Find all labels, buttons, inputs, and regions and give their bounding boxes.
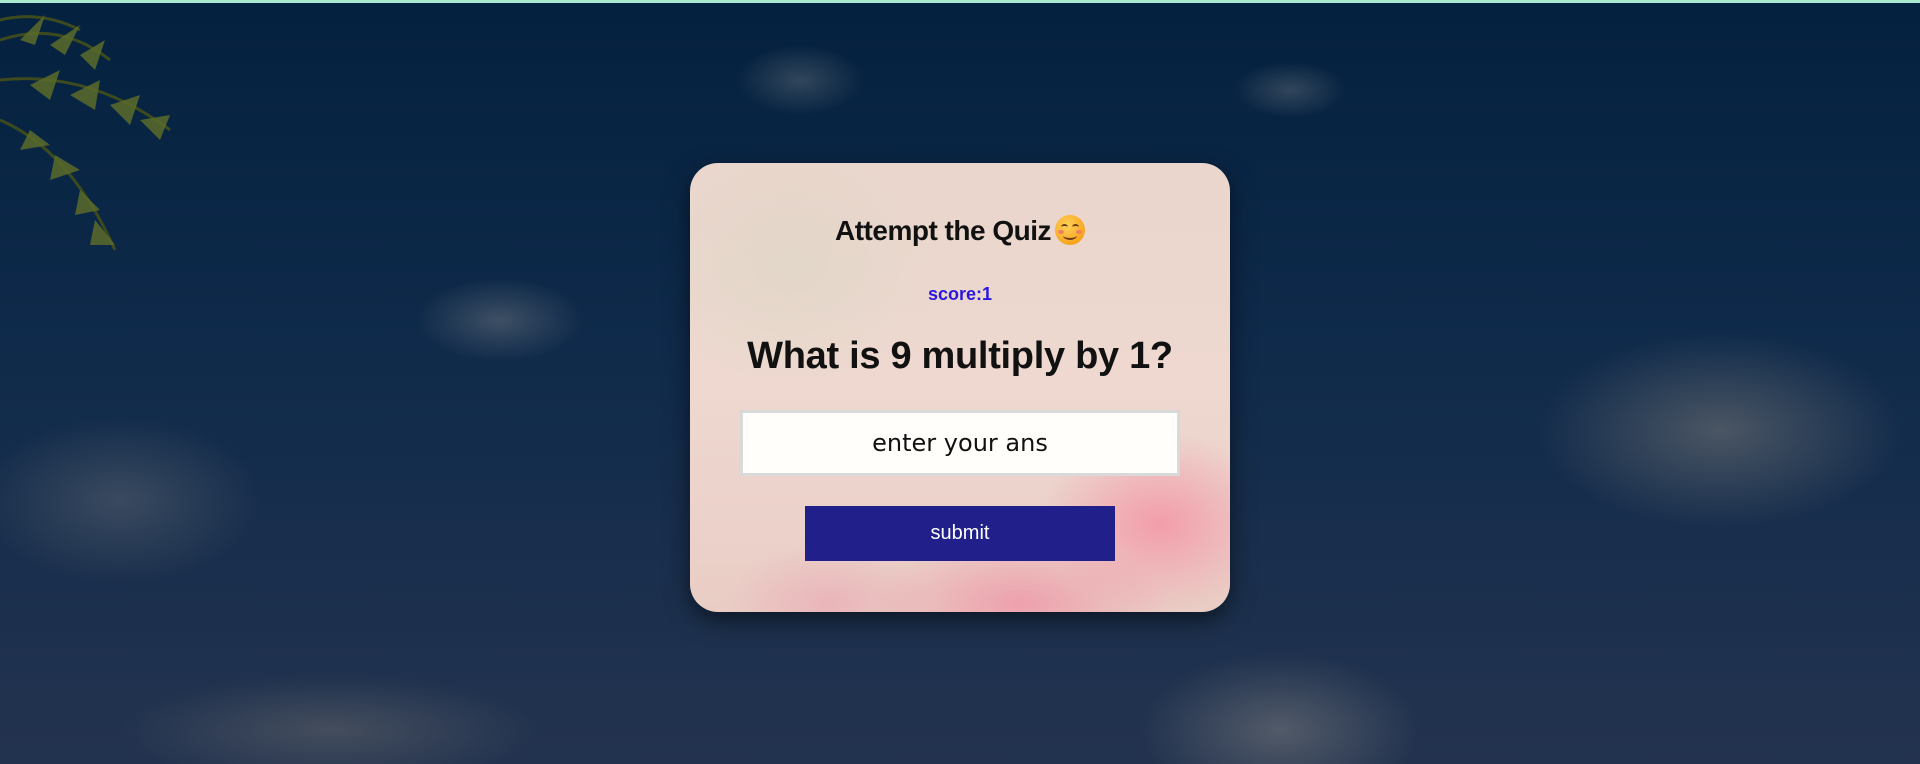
quiz-title-text: Attempt the Quiz <box>835 215 1052 246</box>
quiz-title: Attempt the Quiz <box>690 215 1230 247</box>
smiling-face-icon <box>1055 215 1085 245</box>
palm-leaves-decoration <box>0 15 171 251</box>
browser-top-strip <box>0 0 1920 3</box>
question-text: What is 9 multiply by 1? <box>747 335 1173 377</box>
quiz-card: Attempt the Quiz score:1 What is 9 multi… <box>690 163 1230 612</box>
score-display: score:1 <box>927 284 993 304</box>
answer-input[interactable] <box>740 410 1180 476</box>
submit-button[interactable]: submit <box>805 506 1115 561</box>
